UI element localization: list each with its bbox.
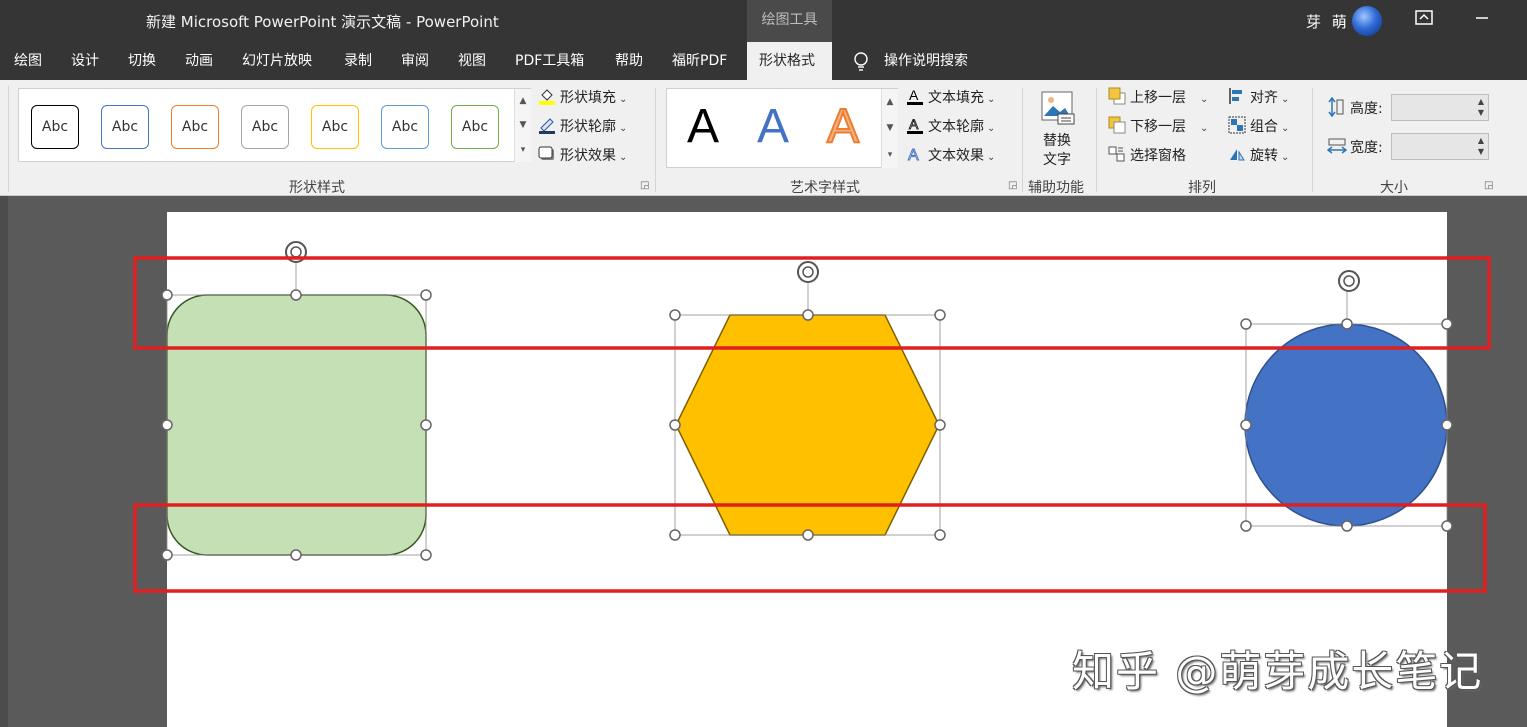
rotate-handle-icon[interactable] (797, 261, 819, 283)
resize-handle[interactable] (161, 549, 173, 561)
slide-shapes-layer (133, 241, 1491, 593)
resize-handle[interactable] (1341, 520, 1353, 532)
resize-handle[interactable] (1441, 318, 1453, 330)
rounded-rectangle-shape[interactable] (166, 294, 427, 556)
resize-handle[interactable] (802, 309, 814, 321)
resize-handle[interactable] (1441, 520, 1453, 532)
resize-handle[interactable] (420, 289, 432, 301)
resize-handle[interactable] (802, 529, 814, 541)
resize-handle[interactable] (934, 529, 946, 541)
resize-handle[interactable] (669, 309, 681, 321)
resize-handle[interactable] (1341, 318, 1353, 330)
resize-handle[interactable] (290, 289, 302, 301)
circle-shape[interactable] (1244, 323, 1448, 527)
rotate-handle-icon[interactable] (1338, 270, 1360, 292)
resize-handle[interactable] (161, 419, 173, 431)
resize-handle[interactable] (669, 529, 681, 541)
watermark: 知乎 @萌芽成长笔记 (1072, 647, 1484, 696)
resize-handle[interactable] (1240, 318, 1252, 330)
resize-handle[interactable] (420, 419, 432, 431)
resize-handle[interactable] (934, 309, 946, 321)
resize-handle[interactable] (420, 549, 432, 561)
resize-handle[interactable] (934, 419, 946, 431)
resize-handle[interactable] (1240, 419, 1252, 431)
resize-handle[interactable] (161, 289, 173, 301)
resize-handle[interactable] (1240, 520, 1252, 532)
resize-handle[interactable] (290, 549, 302, 561)
resize-handle[interactable] (1441, 419, 1453, 431)
resize-handle[interactable] (669, 419, 681, 431)
